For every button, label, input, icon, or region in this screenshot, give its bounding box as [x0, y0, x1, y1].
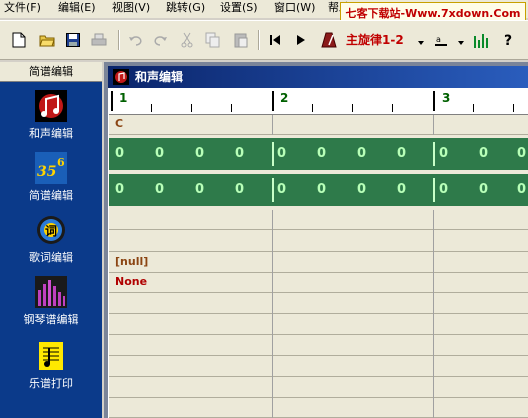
note-value[interactable]: 0 — [479, 182, 488, 197]
sidebar-item-print-score[interactable]: 乐谱打印 — [6, 340, 96, 398]
measure-number: 3 — [442, 91, 451, 105]
redo-icon[interactable] — [152, 31, 170, 49]
sidebar-item-piano-score[interactable]: 钢琴谱编辑 — [6, 276, 96, 334]
mdi-client-area: 和声编辑 1 2 3 C 0 0 0 0 0 0 0 0 0 0 0 0 0 0… — [104, 62, 528, 418]
sidebar-item-label: 乐谱打印 — [29, 377, 73, 390]
piano-score-icon — [35, 276, 67, 308]
sidebar-item-label: 简谱编辑 — [29, 189, 73, 202]
note-value[interactable]: 0 — [277, 182, 286, 197]
note-value[interactable]: 0 — [115, 146, 124, 161]
svg-text:?: ? — [504, 33, 512, 48]
measure-ruler[interactable]: 1 2 3 — [109, 88, 528, 115]
menu-view[interactable]: 视图(V) — [112, 1, 150, 15]
undo-icon[interactable] — [126, 31, 144, 49]
harmony-icon — [35, 90, 67, 122]
empty-row[interactable] — [109, 230, 528, 252]
svg-text:6: 6 — [57, 156, 65, 169]
note-value[interactable]: 0 — [357, 146, 366, 161]
sidebar-item-notation[interactable]: 35 6 简谱编辑 — [6, 152, 96, 210]
note-style-dropdown-icon[interactable] — [458, 41, 464, 45]
measure-number: 2 — [280, 91, 289, 105]
go-start-icon[interactable] — [266, 31, 284, 49]
copy-icon[interactable] — [204, 31, 222, 49]
note-value[interactable]: 0 — [517, 146, 526, 161]
harmony-track-1[interactable]: 0 0 0 0 0 0 0 0 0 0 0 — [109, 138, 528, 170]
sidebar-title: 简谱编辑 — [0, 62, 102, 82]
print-score-icon — [35, 340, 67, 372]
note-value[interactable]: 0 — [439, 182, 448, 197]
open-folder-icon[interactable] — [38, 31, 56, 49]
harmony-score-grid[interactable]: 1 2 3 C 0 0 0 0 0 0 0 0 0 0 0 0 0 0 0 0 … — [108, 88, 528, 418]
note-value[interactable]: 0 — [277, 146, 286, 161]
note-value[interactable]: 0 — [235, 146, 244, 161]
note-value[interactable]: 0 — [357, 182, 366, 197]
harmony-window-icon — [113, 69, 129, 85]
note-value[interactable]: 0 — [317, 182, 326, 197]
note-value[interactable]: 0 — [317, 146, 326, 161]
note-value[interactable]: 0 — [235, 182, 244, 197]
sidebar-item-lyrics[interactable]: 词 歌词编辑 — [6, 214, 96, 272]
empty-row[interactable] — [109, 210, 528, 230]
melody-dropdown-icon[interactable] — [418, 41, 424, 45]
svg-text:词: 词 — [45, 224, 57, 238]
sidebar: 简谱编辑 和声编辑 35 6 简谱编辑 词 歌词编辑 钢琴谱编辑 乐谱打印 — [0, 62, 102, 418]
measure-number: 1 — [119, 91, 128, 105]
menu-settings[interactable]: 设置(S) — [220, 1, 258, 15]
empty-row[interactable] — [109, 293, 528, 314]
note-value[interactable]: 0 — [479, 146, 488, 161]
sidebar-item-harmony[interactable]: 和声编辑 — [6, 90, 96, 148]
toolbar: 主旋律1-2 a ? — [0, 20, 528, 60]
note-value[interactable]: 0 — [115, 182, 124, 197]
lyrics-icon: 词 — [35, 214, 67, 246]
menu-window[interactable]: 窗口(W) — [274, 1, 315, 15]
harmony-track-2[interactable]: 0 0 0 0 0 0 0 0 0 0 0 — [109, 174, 528, 206]
note-style-icon[interactable]: a — [432, 31, 450, 49]
note-value[interactable]: 0 — [195, 182, 204, 197]
sidebar-item-label: 和声编辑 — [29, 127, 73, 140]
cut-icon[interactable] — [178, 31, 196, 49]
svg-text:a: a — [436, 35, 441, 44]
none-label: None — [115, 275, 148, 288]
window-title-bar[interactable]: 和声编辑 — [108, 66, 528, 88]
null-label: [null] — [115, 255, 149, 268]
empty-row[interactable] — [109, 314, 528, 335]
empty-row[interactable] — [109, 356, 528, 377]
empty-row[interactable] — [109, 398, 528, 418]
metronome-icon[interactable] — [320, 31, 338, 49]
note-value[interactable]: 0 — [397, 146, 406, 161]
null-row[interactable]: [null] — [109, 252, 528, 273]
note-value[interactable]: 0 — [155, 182, 164, 197]
save-icon[interactable] — [64, 31, 82, 49]
none-row[interactable]: None — [109, 273, 528, 293]
menu-file[interactable]: 文件(F) — [4, 1, 41, 15]
svg-text:35: 35 — [37, 164, 56, 180]
paste-icon[interactable] — [232, 31, 250, 49]
note-value[interactable]: 0 — [397, 182, 406, 197]
empty-row[interactable] — [109, 377, 528, 398]
sidebar-item-label: 钢琴谱编辑 — [23, 313, 79, 326]
empty-row[interactable] — [109, 335, 528, 356]
meter-icon[interactable] — [472, 31, 490, 49]
melody-selector[interactable]: 主旋律1-2 — [346, 30, 404, 50]
sidebar-item-label: 歌词编辑 — [29, 251, 73, 264]
help-icon[interactable]: ? — [500, 31, 518, 49]
note-value[interactable]: 0 — [517, 182, 526, 197]
print-icon[interactable] — [90, 31, 108, 49]
play-icon[interactable] — [292, 31, 310, 49]
note-value[interactable]: 0 — [155, 146, 164, 161]
new-file-icon[interactable] — [10, 31, 28, 49]
chord-row[interactable]: C — [109, 115, 528, 135]
notation-icon: 35 6 — [35, 152, 67, 184]
menu-edit[interactable]: 编辑(E) — [58, 1, 96, 15]
menu-jump[interactable]: 跳转(G) — [166, 1, 205, 15]
note-value[interactable]: 0 — [195, 146, 204, 161]
note-value[interactable]: 0 — [439, 146, 448, 161]
window-title: 和声编辑 — [135, 70, 184, 84]
chord-label[interactable]: C — [115, 117, 123, 130]
